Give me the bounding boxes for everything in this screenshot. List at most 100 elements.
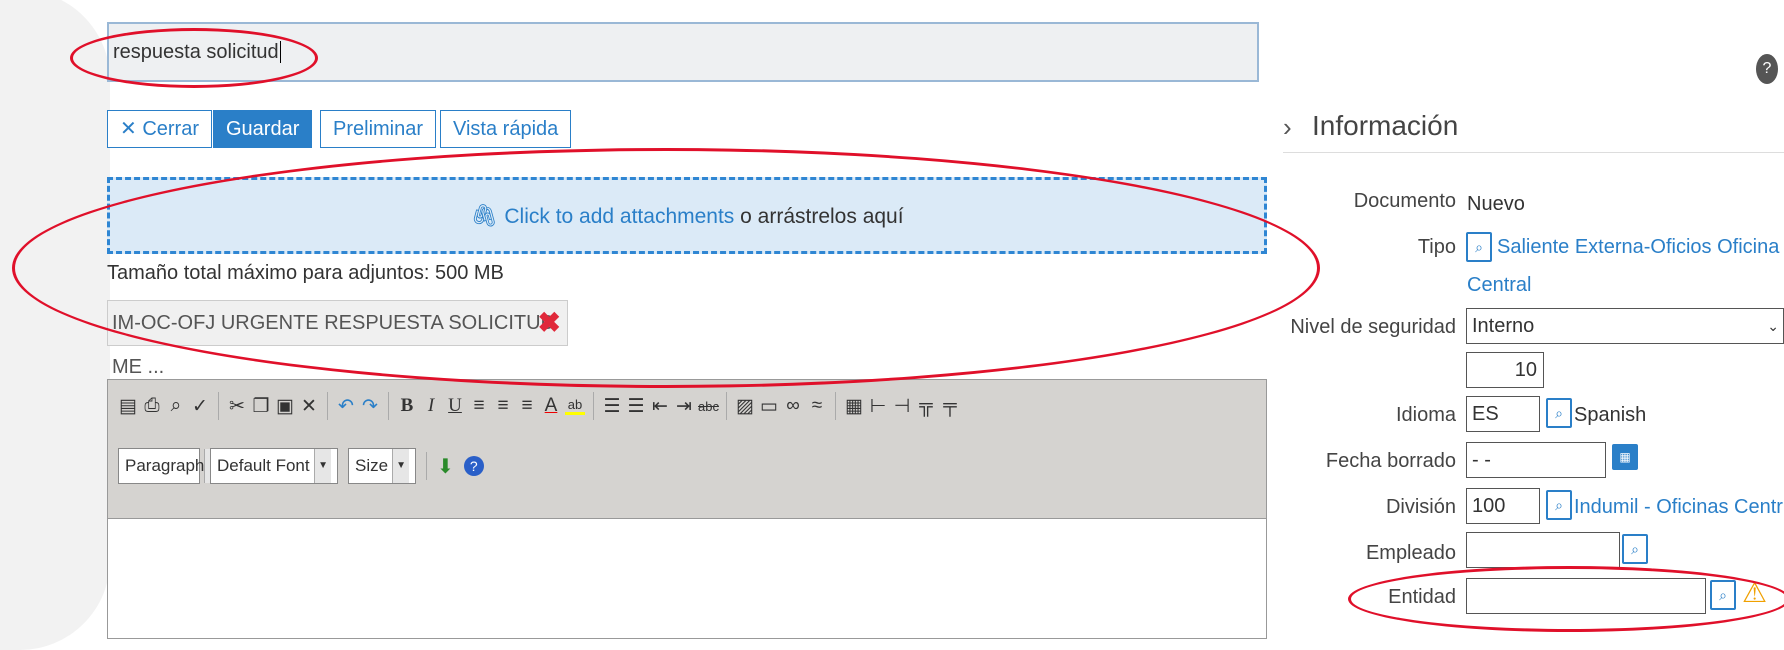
fecha-label: Fecha borrado (1325, 450, 1456, 472)
italic-icon[interactable]: I (421, 395, 441, 417)
warning-icon: ⚠ (1742, 577, 1768, 608)
split-cell-icon[interactable]: ╦ (916, 395, 936, 417)
drop-hint: o arrástrelos aquí (734, 205, 904, 228)
editor-content-area[interactable] (108, 518, 1266, 638)
close-icon: ✕ (120, 118, 137, 140)
chevron-right-icon[interactable]: › (1283, 112, 1292, 143)
toolbar-separator (835, 392, 836, 420)
paperclip-icon: 🖇 (470, 203, 499, 228)
highlight-color-icon[interactable]: ab (565, 397, 585, 415)
insert-row-icon[interactable]: ⊢ (868, 395, 888, 418)
tipo-link[interactable]: Saliente Externa-Oficios Oficina (1497, 236, 1779, 259)
info-section-title[interactable]: Información (1312, 110, 1458, 142)
underline-icon[interactable]: U (445, 395, 465, 417)
spellcheck-icon[interactable]: ✓ (190, 395, 210, 418)
calendar-icon[interactable]: ▦ (1612, 444, 1638, 470)
tipo-link-cont[interactable]: Central (1467, 274, 1531, 297)
merge-cell-icon[interactable]: ╤ (940, 395, 960, 417)
font-select[interactable]: Default Font ▼ (210, 448, 338, 484)
attachment-filename: IM-OC-OFJ URGENTE RESPUESTA SOLICITUD ME… (112, 312, 555, 378)
text-cursor (279, 41, 281, 63)
lookup-icon[interactable]: ⌕ (1622, 534, 1648, 564)
print-icon[interactable]: ⎙ (142, 395, 162, 417)
numbered-list-icon[interactable]: ☰ (602, 395, 622, 418)
bold-icon[interactable]: B (397, 395, 417, 417)
indent-icon[interactable]: ⇥ (674, 395, 694, 418)
undo-icon[interactable]: ↶ (336, 395, 356, 418)
subject-input[interactable]: respuesta solicitud (107, 22, 1259, 82)
nivel-select[interactable]: Interno ⌄ (1466, 308, 1784, 344)
lookup-icon[interactable]: ⌕ (1466, 232, 1492, 262)
rich-text-editor: ▤ ⎙ ⌕ ✓ ✂ ❐ ▣ ✕ ↶ ↷ B I U ≡ ≡ ≡ A ab ☰ ☰… (107, 379, 1267, 639)
source-icon[interactable]: ▤ (118, 395, 138, 418)
nivel-label: Nivel de seguridad (1290, 316, 1456, 338)
size-select[interactable]: Size ▼ (348, 448, 416, 484)
save-button[interactable]: Guardar (213, 110, 313, 148)
toolbar-separator (426, 452, 427, 480)
insert-template-icon[interactable]: ⬇ (437, 454, 454, 479)
paste-icon[interactable]: ▣ (275, 395, 295, 418)
format-select[interactable]: Paragraph▼ (118, 448, 222, 484)
image-icon[interactable]: ▨ (735, 395, 755, 418)
bulleted-list-icon[interactable]: ☰ (626, 395, 646, 418)
idioma-input[interactable]: ES (1466, 396, 1540, 432)
nivel-value: Interno (1472, 315, 1535, 337)
remove-attachment-icon[interactable]: ✖ (538, 301, 561, 345)
outdent-icon[interactable]: ⇤ (650, 395, 670, 418)
toolbar-separator (327, 392, 328, 420)
nivel-number-input[interactable]: 10 (1466, 352, 1544, 388)
lookup-icon[interactable]: ⌕ (1546, 398, 1572, 428)
toolbar-separator (218, 392, 219, 420)
strikethrough-icon[interactable]: abc (698, 399, 719, 414)
close-button-label: Cerrar (142, 118, 199, 140)
insert-column-icon[interactable]: ⊣ (892, 395, 912, 418)
info-divider (1283, 152, 1784, 153)
unlink-icon[interactable]: ≈ (807, 395, 827, 417)
max-attachment-size: Tamaño total máximo para adjuntos: 500 M… (107, 262, 504, 284)
chevron-down-icon: ▼ (314, 449, 331, 483)
cut-icon[interactable]: ✂ (227, 395, 247, 418)
font-color-icon[interactable]: A (541, 395, 561, 417)
table-icon[interactable]: ▦ (844, 395, 864, 418)
format-select-value: Paragraph (125, 456, 205, 475)
documento-label: Documento (1353, 190, 1456, 212)
close-button[interactable]: ✕ Cerrar (107, 110, 212, 148)
font-select-value: Default Font (217, 456, 310, 475)
background-shape (0, 0, 110, 650)
size-select-value: Size (355, 456, 389, 475)
align-right-icon[interactable]: ≡ (517, 395, 537, 417)
redo-icon[interactable]: ↷ (360, 395, 380, 418)
file-icon[interactable]: ▭ (759, 395, 779, 418)
attachment-dropzone[interactable]: 🖇 Click to add attachments o arrástrelos … (107, 177, 1267, 254)
toolbar-separator (593, 392, 594, 420)
add-attachments-link[interactable]: Click to add attachments (504, 205, 734, 228)
editor-toolbar-row-1: ▤ ⎙ ⌕ ✓ ✂ ❐ ▣ ✕ ↶ ↷ B I U ≡ ≡ ≡ A ab ☰ ☰… (118, 388, 960, 424)
help-icon[interactable]: ? (1756, 54, 1778, 84)
help-circle-icon[interactable]: ? (463, 456, 484, 476)
delete-icon[interactable]: ✕ (299, 395, 319, 418)
tipo-label: Tipo (1417, 236, 1456, 258)
preliminary-button[interactable]: Preliminar (320, 110, 437, 148)
toolbar-separator (726, 392, 727, 420)
find-icon[interactable]: ⌕ (166, 395, 186, 417)
empleado-input[interactable] (1466, 532, 1620, 568)
lookup-icon[interactable]: ⌕ (1546, 490, 1572, 520)
chevron-down-icon: ⌄ (1767, 318, 1779, 334)
empleado-label: Empleado (1365, 542, 1456, 564)
align-left-icon[interactable]: ≡ (469, 395, 489, 417)
attachment-chip[interactable]: IM-OC-OFJ URGENTE RESPUESTA SOLICITUD ME… (107, 300, 568, 378)
division-link[interactable]: Indumil - Oficinas Centr (1574, 496, 1783, 519)
align-center-icon[interactable]: ≡ (493, 395, 513, 417)
toolbar-separator (388, 392, 389, 420)
chevron-down-icon: ▼ (392, 449, 409, 483)
link-icon[interactable]: ∞ (783, 395, 803, 417)
lookup-icon[interactable]: ⌕ (1710, 580, 1736, 610)
entidad-input[interactable] (1466, 578, 1706, 614)
idioma-name: Spanish (1574, 404, 1647, 426)
idioma-label: Idioma (1395, 404, 1456, 426)
fecha-input[interactable]: - - (1466, 442, 1606, 478)
quick-view-button[interactable]: Vista rápida (440, 110, 572, 148)
division-label: División (1385, 496, 1456, 518)
division-input[interactable]: 100 (1466, 488, 1540, 524)
copy-icon[interactable]: ❐ (251, 395, 271, 418)
